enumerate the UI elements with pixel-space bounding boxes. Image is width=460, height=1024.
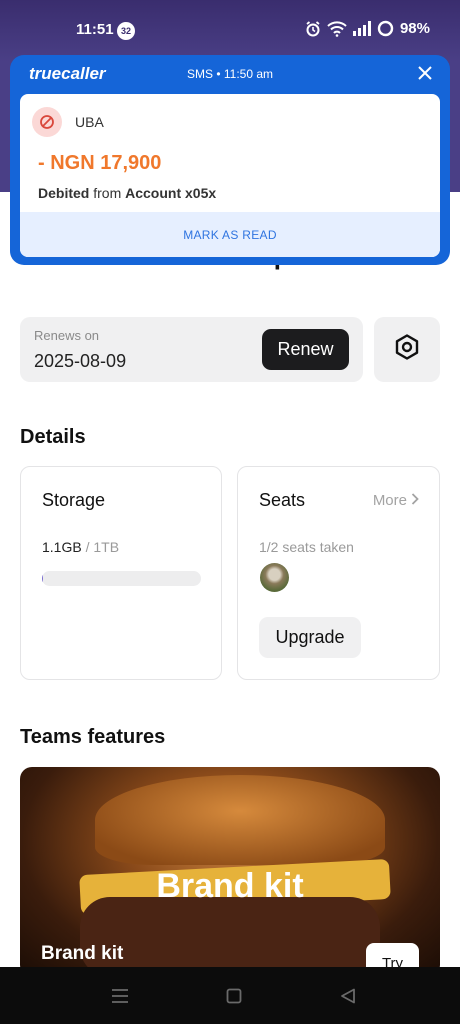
debit-description: Debited from Account x05x — [38, 185, 216, 201]
renew-label: Renews on — [34, 328, 100, 343]
mark-as-read-button[interactable]: MARK AS READ — [20, 212, 440, 257]
more-label: More — [372, 492, 407, 509]
account-name: Account x05x — [125, 185, 217, 201]
details-heading: Details — [20, 426, 86, 448]
status-bar: 11:51 32 98% — [0, 0, 460, 62]
battery-level: 98% — [399, 20, 430, 37]
sender-name: UBA — [75, 114, 104, 130]
battery-icon — [377, 20, 394, 37]
storage-total-value: / 1TB — [85, 539, 120, 555]
notification-body: UBA - NGN 17,900 Debited from Account x0… — [20, 94, 440, 257]
feature-caption: Brand kit — [41, 943, 124, 964]
renew-date: 2025-08-09 — [34, 351, 127, 371]
status-time: 11:51 — [76, 21, 114, 38]
storage-progress-bar — [42, 571, 201, 586]
wifi-icon — [327, 20, 347, 37]
home-nav-icon[interactable] — [222, 985, 246, 1007]
settings-button[interactable] — [374, 317, 440, 382]
back-nav-icon[interactable] — [336, 985, 360, 1007]
seats-card: Seats More 1/2 seats taken Upgrade — [237, 466, 440, 680]
transaction-amount: - NGN 17,900 — [38, 152, 162, 174]
teams-features-heading: Teams features — [20, 726, 166, 748]
from-word: from — [93, 185, 122, 201]
renew-button[interactable]: Renew — [262, 329, 349, 370]
burger-patty-image — [80, 897, 380, 977]
notification-meta: SMS • 11:50 am — [186, 67, 273, 81]
burger-bun-image — [95, 775, 385, 865]
member-avatar — [260, 563, 289, 592]
close-icon[interactable] — [416, 64, 434, 82]
navigation-bar — [0, 967, 460, 1024]
storage-used-value: 1.1GB — [42, 539, 82, 555]
upgrade-button[interactable]: Upgrade — [259, 617, 361, 658]
notification-count-badge: 32 — [117, 22, 135, 40]
seats-more-link[interactable]: More — [373, 492, 419, 509]
storage-title: Storage — [42, 490, 106, 510]
status-icons: 98% — [305, 20, 430, 37]
blocked-icon — [32, 107, 62, 137]
seats-title: Seats — [259, 490, 306, 510]
signal-icon — [352, 21, 371, 36]
debit-word: Debited — [38, 185, 90, 201]
storage-card: Storage 1.1GB / 1TB — [20, 466, 222, 680]
alarm-icon — [305, 20, 321, 37]
seats-taken: 1/2 seats taken — [259, 539, 354, 555]
menu-nav-icon[interactable] — [108, 985, 132, 1007]
chevron-right-icon — [411, 492, 419, 509]
feature-overlay-title: Brand kit — [156, 867, 304, 905]
brand-kit-feature-card[interactable]: Brand kit Brand kit Try — [20, 767, 440, 977]
sms-notification[interactable]: truecaller SMS • 11:50 am UBA - NGN 17,9… — [10, 55, 450, 265]
settings-hexagon-icon — [393, 333, 421, 366]
storage-usage: 1.1GB / 1TB — [42, 539, 119, 555]
renewal-card: Renews on 2025-08-09 Renew — [20, 317, 363, 382]
